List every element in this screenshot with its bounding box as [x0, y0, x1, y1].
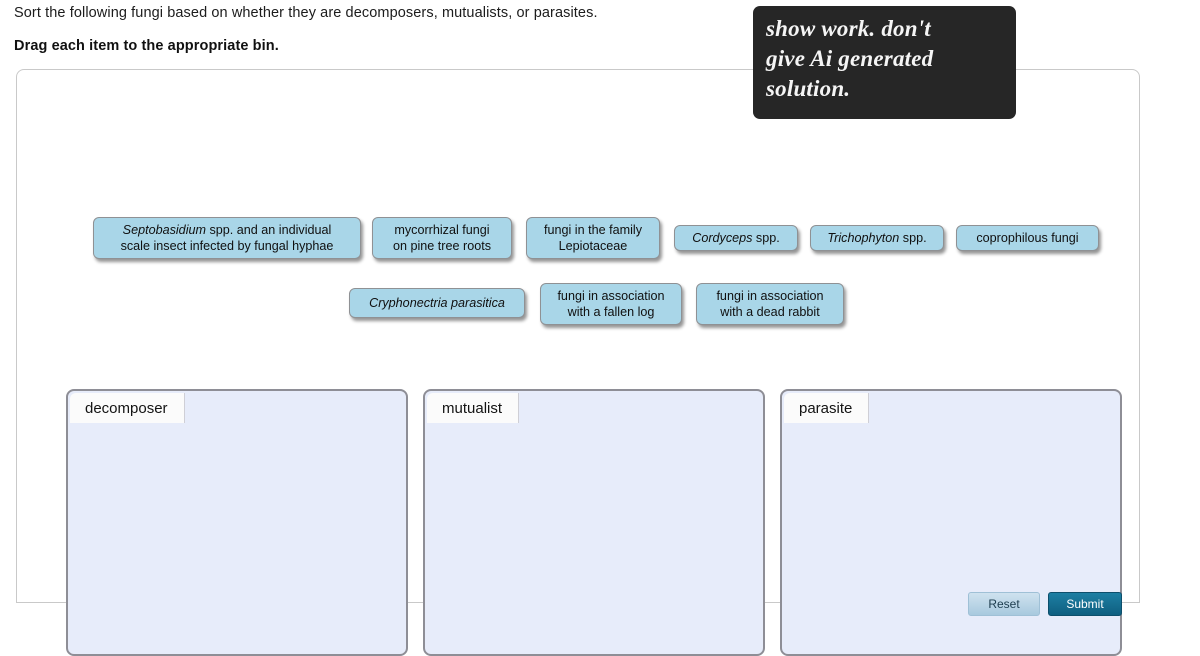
user-note-text: show work. don't give Ai generated solut… [766, 16, 934, 101]
activity-panel: Septobasidium spp. and an individual sca… [16, 69, 1140, 656]
tile-label: fungi in association with a fallen log [557, 289, 665, 319]
tile-label: fungi in the family Lepiotaceae [543, 223, 642, 253]
draggable-tile-cryphonectria[interactable]: Cryphonectria parasitica [349, 288, 525, 318]
tile-label: Cordyceps spp. [692, 231, 780, 245]
tile-label: Cryphonectria parasitica [369, 296, 505, 310]
tile-label: mycorrhizal fungi on pine tree roots [392, 223, 491, 253]
draggable-tile-septobasidium[interactable]: Septobasidium spp. and an individual sca… [93, 217, 361, 259]
bin-label-decomposer: decomposer [70, 393, 185, 423]
user-note-overlay: show work. don't give Ai generated solut… [753, 6, 1016, 119]
draggable-tile-mycorrhizal[interactable]: mycorrhizal fungi on pine tree roots [372, 217, 512, 259]
draggable-tile-lepiotaceae[interactable]: fungi in the family Lepiotaceae [526, 217, 660, 259]
activity-directive: Drag each item to the appropriate bin. [14, 38, 279, 54]
draggable-tile-cordyceps[interactable]: Cordyceps spp. [674, 225, 798, 251]
bin-label-parasite: parasite [784, 393, 870, 423]
draggable-tile-dead-rabbit[interactable]: fungi in association with a dead rabbit [696, 283, 844, 325]
submit-button[interactable]: Submit [1048, 592, 1122, 616]
drop-bin-decomposer[interactable]: decomposer [66, 389, 408, 656]
activity-instruction: Sort the following fungi based on whethe… [14, 5, 598, 21]
tile-label: Septobasidium spp. and an individual sca… [120, 223, 334, 253]
reset-button[interactable]: Reset [968, 592, 1040, 616]
tile-label: fungi in association with a dead rabbit [716, 289, 824, 319]
draggable-tile-trichophyton[interactable]: Trichophyton spp. [810, 225, 944, 251]
tile-label: coprophilous fungi [976, 231, 1079, 245]
action-button-bar: Reset Submit [968, 592, 1122, 616]
drop-bin-mutualist[interactable]: mutualist [423, 389, 765, 656]
bin-label-mutualist: mutualist [427, 393, 520, 423]
draggable-tile-coprophilous[interactable]: coprophilous fungi [956, 225, 1099, 251]
draggable-tile-fallen-log[interactable]: fungi in association with a fallen log [540, 283, 682, 325]
tile-label: Trichophyton spp. [827, 231, 927, 245]
